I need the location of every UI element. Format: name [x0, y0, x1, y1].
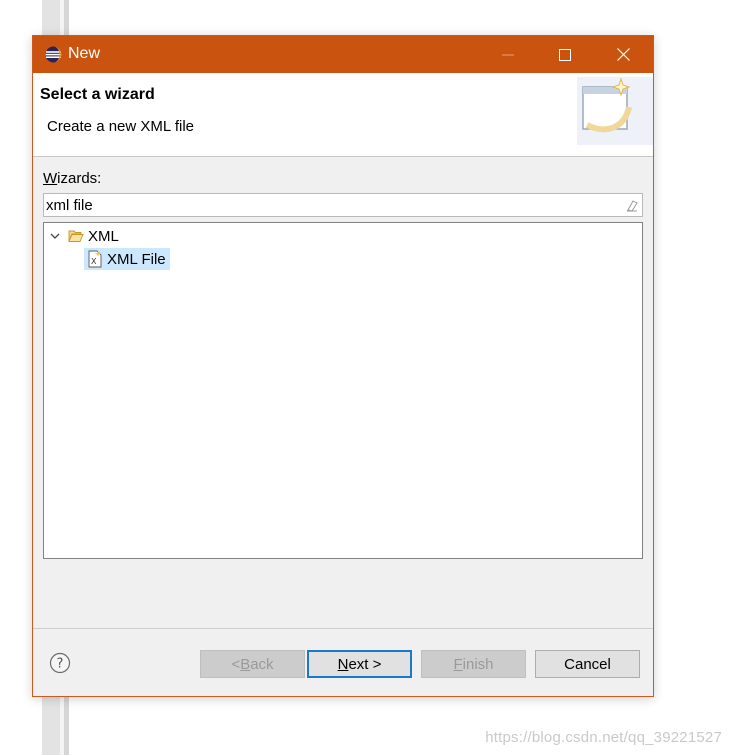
tree-item-label: XML File	[107, 250, 166, 268]
window-title: New	[68, 45, 101, 62]
tree-item-label: XML	[88, 227, 119, 245]
watermark: https://blog.csdn.net/qq_39221527	[485, 729, 722, 746]
close-button[interactable]	[594, 36, 652, 73]
maximize-icon	[559, 48, 571, 61]
help-icon[interactable]: ?	[49, 652, 71, 674]
minimize-icon	[502, 54, 514, 55]
minimize-button[interactable]	[479, 36, 537, 73]
close-icon	[616, 48, 630, 61]
page-description: Create a new XML file	[47, 118, 195, 135]
wizard-tree[interactable]: XML X XML File	[43, 222, 643, 559]
xml-file-icon: X	[88, 250, 102, 268]
next-button[interactable]: Next >	[307, 650, 412, 678]
finish-button[interactable]: Finish	[421, 650, 526, 678]
eclipse-app-icon	[45, 46, 62, 63]
back-button[interactable]: < Back	[200, 650, 305, 678]
page-title: Select a wizard	[40, 86, 155, 103]
maximize-button[interactable]	[536, 36, 594, 73]
chevron-down-icon[interactable]	[48, 229, 62, 243]
clear-filter-icon[interactable]	[625, 198, 639, 212]
wizards-label: Wizards:	[43, 170, 102, 187]
new-wizard-dialog: New Select a wizard Create a new XML fil…	[32, 35, 654, 697]
wizard-header: Select a wizard Create a new XML file	[33, 73, 653, 157]
svg-text:?: ?	[57, 657, 64, 672]
new-wizard-banner-icon	[577, 77, 653, 145]
folder-open-icon	[68, 230, 84, 242]
cancel-button[interactable]: Cancel	[535, 650, 640, 678]
wizard-filter-input[interactable]	[46, 196, 616, 214]
svg-text:X: X	[91, 257, 97, 266]
tree-item-xml-file[interactable]: X XML File	[84, 248, 170, 270]
footer-divider	[33, 628, 653, 629]
wizard-filter-box	[43, 193, 643, 217]
title-bar[interactable]: New	[33, 36, 653, 73]
tree-item-xml[interactable]: XML	[48, 225, 119, 247]
